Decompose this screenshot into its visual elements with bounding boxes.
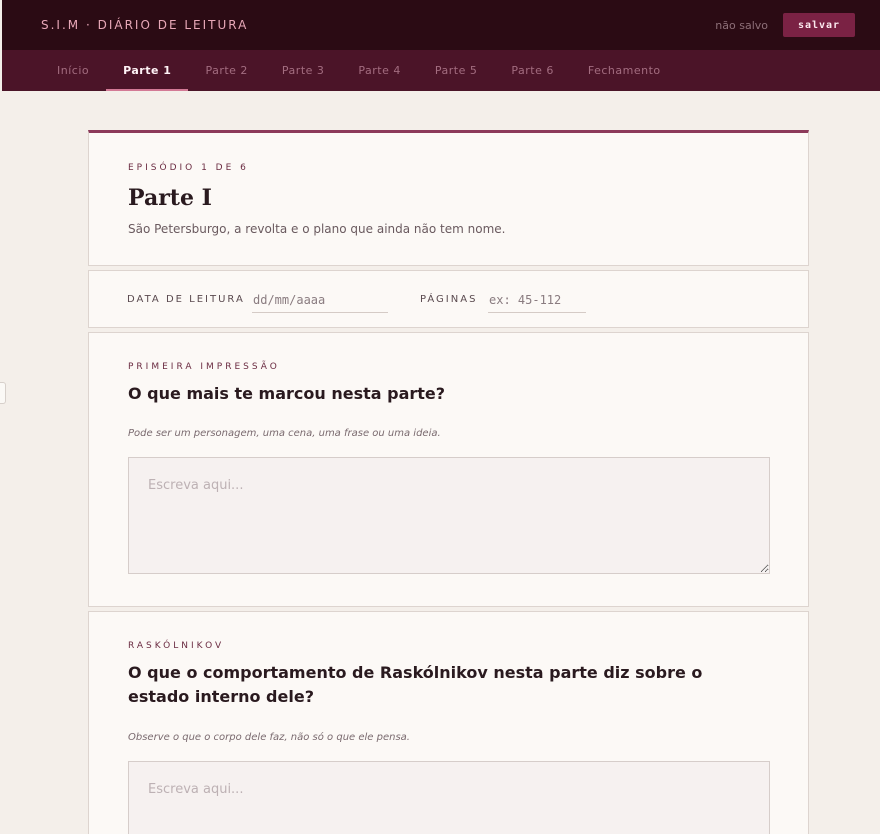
- question-title: O que o comportamento de Raskólnikov nes…: [128, 663, 703, 706]
- tab-parte-6[interactable]: Parte 6: [494, 50, 570, 91]
- tab-fechamento[interactable]: Fechamento: [571, 50, 678, 91]
- save-area: não salvo salvar: [715, 13, 855, 37]
- tab-parte-1[interactable]: Parte 1: [106, 50, 189, 91]
- page-title: Parte I: [128, 185, 212, 211]
- question-title: O que mais te marcou nesta parte?: [128, 384, 446, 403]
- save-button[interactable]: salvar: [783, 13, 855, 37]
- question-card: PRIMEIRA IMPRESSÃO O que mais te marcou …: [88, 332, 809, 607]
- reading-meta-card: DATA DE LEITURA PÁGINAS: [88, 270, 809, 328]
- tab-inicio[interactable]: Início: [40, 50, 106, 91]
- tab-parte-4[interactable]: Parte 4: [341, 50, 417, 91]
- reading-date-label: DATA DE LEITURA: [127, 294, 245, 305]
- tab-parte-3[interactable]: Parte 3: [265, 50, 341, 91]
- side-panel-handle[interactable]: [0, 382, 6, 404]
- question-card: RASKÓLNIKOV O que o comportamento de Ras…: [88, 611, 809, 834]
- page-subtitle: São Petersburgo, a revolta e o plano que…: [128, 222, 506, 236]
- pages-input[interactable]: [488, 288, 586, 313]
- answer-textarea[interactable]: [128, 761, 770, 834]
- tab-parte-5[interactable]: Parte 5: [418, 50, 494, 91]
- save-status: não salvo: [715, 18, 768, 32]
- tab-parte-2[interactable]: Parte 2: [188, 50, 264, 91]
- pages-label: PÁGINAS: [420, 294, 478, 305]
- episode-header-card: EPISÓDIO 1 DE 6 Parte I São Petersburgo,…: [88, 130, 809, 266]
- answer-textarea[interactable]: [128, 457, 770, 574]
- tab-bar: Início Parte 1 Parte 2 Parte 3 Parte 4 P…: [2, 50, 880, 91]
- reading-date-input[interactable]: [252, 288, 388, 313]
- top-bar: S.I.M · DIÁRIO DE LEITURA não salvo salv…: [2, 0, 880, 50]
- episode-eyebrow: EPISÓDIO 1 DE 6: [128, 163, 249, 173]
- question-hint: Pode ser um personagem, uma cena, uma fr…: [128, 428, 441, 439]
- question-eyebrow: RASKÓLNIKOV: [128, 641, 225, 651]
- app-title: S.I.M · DIÁRIO DE LEITURA: [41, 18, 249, 32]
- question-eyebrow: PRIMEIRA IMPRESSÃO: [128, 362, 280, 372]
- question-hint: Observe o que o corpo dele faz, não só o…: [128, 732, 410, 743]
